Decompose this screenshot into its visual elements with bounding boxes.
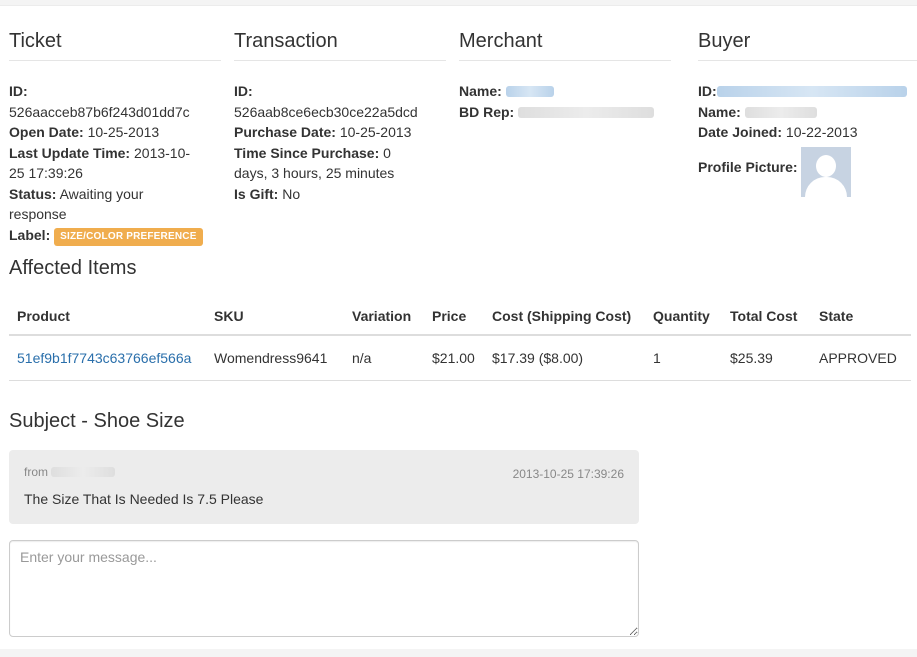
status-label: Status: [9, 185, 57, 202]
buyer-id-redacted[interactable] [716, 86, 907, 97]
last-update-value-part1: 2013-10- [134, 144, 191, 161]
message-body: The Size That Is Needed Is 7.5 Please [24, 491, 264, 507]
purchase-date-value: 10-25-2013 [339, 124, 412, 140]
label-badge: SIZE/COLOR PREFERENCE [54, 227, 203, 246]
buyer-name-redacted [744, 106, 817, 118]
column-header-product: Product [9, 298, 206, 336]
purchase-date-row: Purchase Date: 10-25-2013 [234, 122, 446, 143]
is-gift-value: No [282, 185, 301, 202]
cost-cell: $17.39 ($8.00) [484, 335, 645, 381]
merchant-panel: Merchant Name: BD Rep: [459, 28, 671, 122]
open-date-value: 10-25-2013 [87, 124, 160, 140]
date-joined-value: 10-22-2013 [785, 124, 858, 140]
buyer-panel: Buyer ID: Name: Date Joined: 10-22-2013 … [698, 28, 917, 197]
ticket-panel: Ticket ID: 526aacceb87b6f243d01dd7c Open… [9, 28, 221, 246]
bd-rep-row: BD Rep: [459, 102, 671, 123]
column-header-variation: Variation [344, 298, 424, 336]
buyer-heading: Buyer [698, 28, 917, 61]
bd-rep-label: BD Rep: [459, 103, 515, 120]
label-row: Label: SIZE/COLOR PREFERENCE [9, 225, 221, 246]
variation-cell: n/a [344, 335, 424, 381]
transaction-panel: Transaction ID: 526aab8ce6ecb30ce22a5dcd… [234, 28, 446, 204]
last-update-value-part2: 25 17:39:26 [9, 165, 83, 181]
last-update-row: Last Update Time: 2013-10- [9, 143, 221, 164]
merchant-name-row: Name: [459, 81, 671, 102]
product-cell: 51ef9b1f7743c63766ef566a [9, 335, 206, 381]
merchant-name-redacted[interactable] [505, 86, 554, 97]
product-link[interactable]: 51ef9b1f7743c63766ef566a [17, 350, 191, 366]
price-cell: $21.00 [424, 335, 484, 381]
message-timestamp: 2013-10-25 17:39:26 [512, 467, 624, 481]
reply-message-input[interactable] [9, 540, 639, 637]
quantity-cell: 1 [645, 335, 722, 381]
profile-picture-row: Profile Picture: [698, 146, 917, 197]
time-since-row: Time Since Purchase: 0 [234, 143, 446, 164]
status-value-part2: response [9, 206, 67, 222]
column-header-cost: Cost (Shipping Cost) [484, 298, 645, 336]
label-label: Label: [9, 226, 51, 243]
is-gift-row: Is Gift: No [234, 184, 446, 205]
sku-cell: Womendress9641 [206, 335, 344, 381]
time-since-value-part1: 0 [383, 144, 391, 161]
purchase-date-label: Purchase Date: [234, 124, 336, 140]
transaction-heading: Transaction [234, 28, 446, 61]
table-row: 51ef9b1f7743c63766ef566a Womendress9641 … [9, 335, 911, 381]
ticket-open-date-row: Open Date: 10-25-2013 [9, 122, 221, 143]
message-from-label: from [24, 465, 48, 479]
state-cell: APPROVED [811, 335, 911, 381]
column-header-quantity: Quantity [645, 298, 722, 336]
transaction-id-value: 526aab8ce6ecb30ce22a5dcd [234, 103, 418, 120]
ticket-id-value: 526aacceb87b6f243d01dd7c [9, 103, 190, 120]
open-date-label: Open Date: [9, 124, 84, 140]
ticket-heading: Ticket [9, 28, 221, 61]
transaction-id-row: ID: [234, 81, 446, 102]
transaction-id-label: ID: [234, 83, 253, 99]
buyer-id-label: ID: [698, 83, 717, 99]
is-gift-label: Is Gift: [234, 185, 279, 202]
date-joined-label: Date Joined: [698, 124, 783, 140]
column-header-total-cost: Total Cost [722, 298, 811, 336]
last-update-label: Last Update Time: [9, 144, 131, 161]
column-header-price: Price [424, 298, 484, 336]
buyer-id-row: ID: [698, 81, 917, 102]
buyer-name-label: Name: [698, 103, 741, 120]
merchant-name-label: Name: [459, 83, 502, 99]
ticket-id-label: ID: [9, 83, 28, 99]
bottom-bar [0, 649, 917, 657]
table-header-row: Product SKU Variation Price Cost (Shippi… [9, 298, 911, 336]
merchant-heading: Merchant [459, 28, 671, 61]
date-joined-row: Date Joined: 10-22-2013 [698, 122, 917, 143]
affected-items-table: Product SKU Variation Price Cost (Shippi… [9, 298, 911, 381]
buyer-name-row: Name: [698, 102, 917, 123]
column-header-state: State [811, 298, 911, 336]
status-value-part1: Awaiting your [59, 185, 144, 202]
time-since-value-part2: days, 3 hours, 25 minutes [234, 165, 395, 181]
subject-heading: Subject - Shoe Size [9, 410, 185, 432]
status-row: Status: Awaiting your [9, 184, 221, 205]
total-cost-cell: $25.39 [722, 335, 811, 381]
column-header-sku: SKU [206, 298, 344, 336]
ticket-id-row: ID: [9, 81, 221, 102]
time-since-label: Time Since Purchase: [234, 144, 380, 161]
profile-picture-label: Profile Picture: [698, 158, 798, 175]
profile-picture-avatar-icon [801, 146, 852, 197]
message-sender-redacted [51, 467, 116, 477]
bd-rep-redacted [518, 106, 655, 118]
affected-items-heading: Affected Items [9, 257, 137, 279]
message-bubble: from 2013-10-25 17:39:26 The Size That I… [9, 450, 639, 524]
top-bar [0, 0, 917, 6]
